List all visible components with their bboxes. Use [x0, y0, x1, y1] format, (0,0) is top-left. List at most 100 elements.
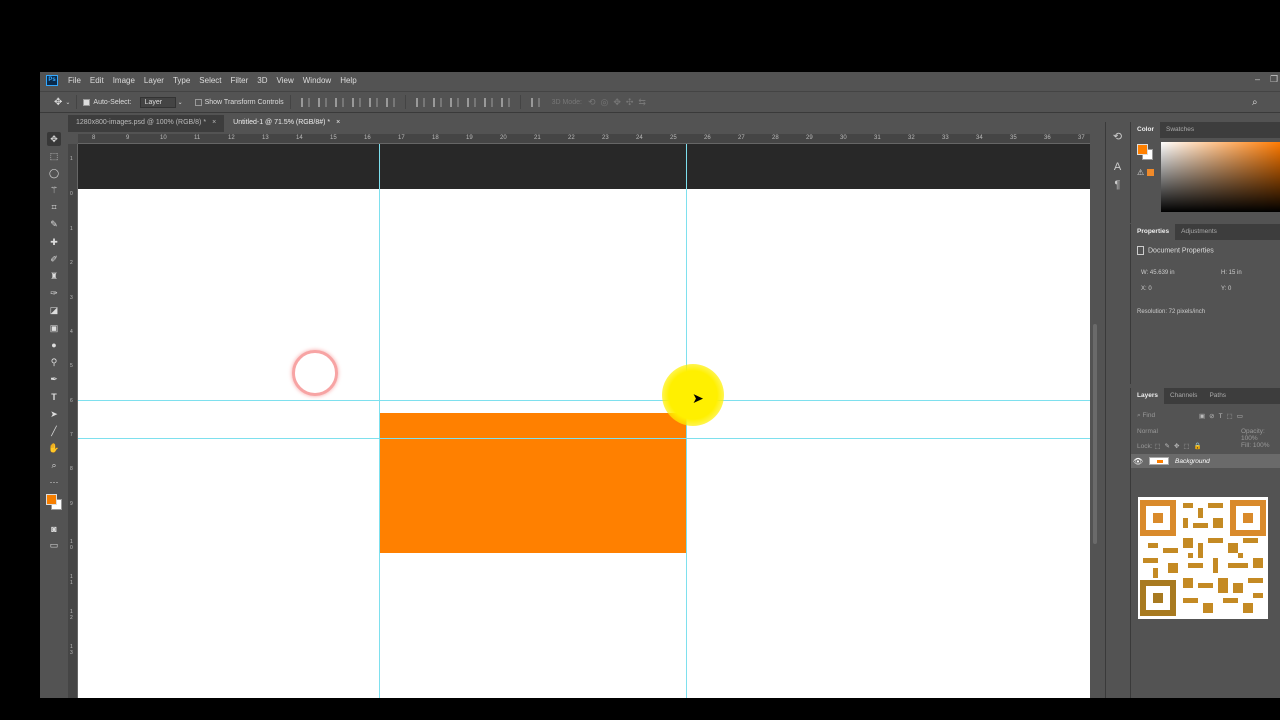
auto-align-icon[interactable] — [530, 97, 540, 107]
distribute-bottom-icon[interactable] — [449, 97, 459, 107]
chevron-down-icon[interactable]: ⌄ — [65, 99, 70, 106]
gamut-warning-icon[interactable]: ⚠ — [1137, 168, 1144, 177]
canvas-vertical-scrollbar[interactable] — [1090, 134, 1100, 698]
menu-window[interactable]: Window — [303, 76, 331, 85]
tab-paths[interactable]: Paths — [1203, 388, 1232, 404]
menu-image[interactable]: Image — [113, 76, 135, 85]
tab-1280x800-images[interactable]: 1280x800-images.psd @ 100% (RGB/8) * × — [68, 115, 225, 132]
fill-field[interactable]: Fill: 100% — [1241, 442, 1270, 449]
crop-icon[interactable]: ⌗ — [47, 201, 61, 215]
line-icon[interactable]: ╱ — [47, 424, 61, 438]
move-icon[interactable]: ✥ — [47, 132, 61, 146]
align-right-icon[interactable] — [385, 97, 395, 107]
clone-stamp-icon[interactable]: ♜ — [47, 270, 61, 284]
menu-select[interactable]: Select — [199, 76, 221, 85]
menu-help[interactable]: Help — [340, 76, 356, 85]
minimize-icon[interactable]: – — [1255, 74, 1260, 84]
distribute-left-icon[interactable] — [466, 97, 476, 107]
canvas-area[interactable]: ➤ — [78, 144, 1090, 698]
tab-layers[interactable]: Layers — [1131, 388, 1164, 404]
lock-icons: ⬚✎✥⬚🔒 — [1154, 443, 1206, 450]
history-brush-icon[interactable]: ✑ — [47, 287, 61, 301]
guide-horizontal[interactable] — [78, 438, 1090, 439]
lock-row[interactable]: Lock: ⬚✎✥⬚🔒 — [1137, 442, 1206, 450]
healing-brush-icon[interactable]: ✚ — [47, 235, 61, 249]
search-icon[interactable]: ⌕ — [1252, 97, 1258, 108]
menu-edit[interactable]: Edit — [90, 76, 104, 85]
distribute-right-icon[interactable] — [500, 97, 510, 107]
eraser-icon[interactable]: ◪ — [47, 304, 61, 318]
menu-3d[interactable]: 3D — [257, 76, 267, 85]
3d-mode-icons[interactable]: ⟲◎✥✣⇆ — [588, 97, 651, 108]
height-field[interactable]: H: 15 in — [1221, 270, 1242, 276]
layer-filter-icons[interactable]: ▣⊘T⬚▭ — [1199, 412, 1247, 420]
quick-mask-icon[interactable]: ◙ — [47, 522, 61, 536]
more-tools-icon[interactable]: ⋯ — [47, 476, 61, 490]
eyedropper-icon[interactable]: ✎ — [47, 218, 61, 232]
guide-vertical[interactable] — [379, 144, 380, 698]
opacity-field[interactable]: Opacity: 100% — [1241, 428, 1280, 442]
tab-untitled-1[interactable]: Untitled-1 @ 71.5% (RGB/8#) * × — [225, 115, 349, 132]
blur-icon[interactable]: ● — [47, 338, 61, 352]
orange-rectangle[interactable] — [380, 413, 686, 553]
x-field[interactable]: X: 0 — [1141, 286, 1152, 292]
distribute-top-icon[interactable] — [415, 97, 425, 107]
gradient-icon[interactable]: ▣ — [47, 321, 61, 335]
transform-controls-checkbox[interactable] — [194, 98, 202, 106]
menu-filter[interactable]: Filter — [231, 76, 249, 85]
menu-type[interactable]: Type — [173, 76, 190, 85]
menu-layer[interactable]: Layer — [144, 76, 164, 85]
history-icon[interactable]: ⟲ — [1106, 130, 1129, 143]
hand-icon[interactable]: ✋ — [47, 441, 61, 455]
y-field[interactable]: Y: 0 — [1221, 286, 1231, 292]
layer-row-background[interactable]: 👁 Background — [1131, 454, 1280, 468]
close-icon[interactable]: × — [212, 119, 216, 128]
dodge-icon[interactable]: ⚲ — [47, 355, 61, 369]
document-canvas[interactable] — [78, 189, 1090, 698]
paragraph-icon[interactable]: ¶ — [1106, 179, 1129, 191]
color-picker-field[interactable] — [1161, 142, 1280, 212]
color-swatches[interactable] — [44, 493, 64, 516]
tab-channels[interactable]: Channels — [1164, 388, 1203, 404]
brush-icon[interactable]: ✐ — [47, 252, 61, 266]
tab-swatches[interactable]: Swatches — [1160, 122, 1200, 138]
blend-mode-dropdown[interactable]: Normal — [1137, 428, 1158, 435]
path-select-icon[interactable]: ➤ — [47, 407, 61, 421]
tab-adjustments[interactable]: Adjustments — [1175, 224, 1223, 240]
align-left-icon[interactable] — [351, 97, 361, 107]
magic-wand-icon[interactable]: ⚚ — [47, 184, 61, 198]
align-bottom-icon[interactable] — [334, 97, 344, 107]
tab-color[interactable]: Color — [1131, 122, 1160, 138]
distribute-vcenter-icon[interactable] — [432, 97, 442, 107]
distribute-hcenter-icon[interactable] — [483, 97, 493, 107]
zoom-icon[interactable]: ⌕ — [47, 459, 61, 473]
restore-icon[interactable]: ❐ — [1270, 74, 1278, 85]
width-field[interactable]: W: 45.639 in — [1141, 270, 1175, 276]
auto-select-dropdown[interactable]: Layer — [139, 96, 176, 108]
lasso-icon[interactable]: ◯ — [47, 166, 61, 180]
ruler-tick-label: 0 — [70, 191, 73, 197]
align-hcenter-icon[interactable] — [368, 97, 378, 107]
tab-properties[interactable]: Properties — [1131, 224, 1176, 240]
guide-horizontal[interactable] — [78, 400, 1090, 401]
auto-select-checkbox[interactable] — [83, 98, 91, 106]
foreground-color-swatch[interactable] — [1137, 144, 1148, 155]
move-tool-preset-icon[interactable]: ✥ — [54, 97, 62, 108]
layer-filter[interactable]: ⌕ Find — [1137, 412, 1155, 420]
type-icon[interactable]: T — [47, 390, 61, 404]
pen-icon[interactable]: ✒ — [47, 373, 61, 387]
align-top-icon[interactable] — [300, 97, 310, 107]
gamut-color-swatch[interactable] — [1147, 169, 1154, 176]
ruler-tick-label: 31 — [874, 135, 881, 141]
menu-file[interactable]: File — [68, 76, 81, 85]
character-icon[interactable]: A — [1106, 161, 1129, 173]
scrollbar-thumb[interactable] — [1093, 324, 1097, 544]
ruler-tick-label: 8 — [92, 135, 96, 141]
screen-mode-icon[interactable]: ▭ — [47, 539, 61, 553]
menu-view[interactable]: View — [277, 76, 294, 85]
eye-icon[interactable]: 👁 — [1131, 457, 1145, 466]
close-icon[interactable]: × — [336, 119, 340, 128]
align-vcenter-icon[interactable] — [317, 97, 327, 107]
marquee-icon[interactable]: ⬚ — [47, 149, 61, 163]
foreground-color-swatch[interactable] — [46, 493, 57, 505]
